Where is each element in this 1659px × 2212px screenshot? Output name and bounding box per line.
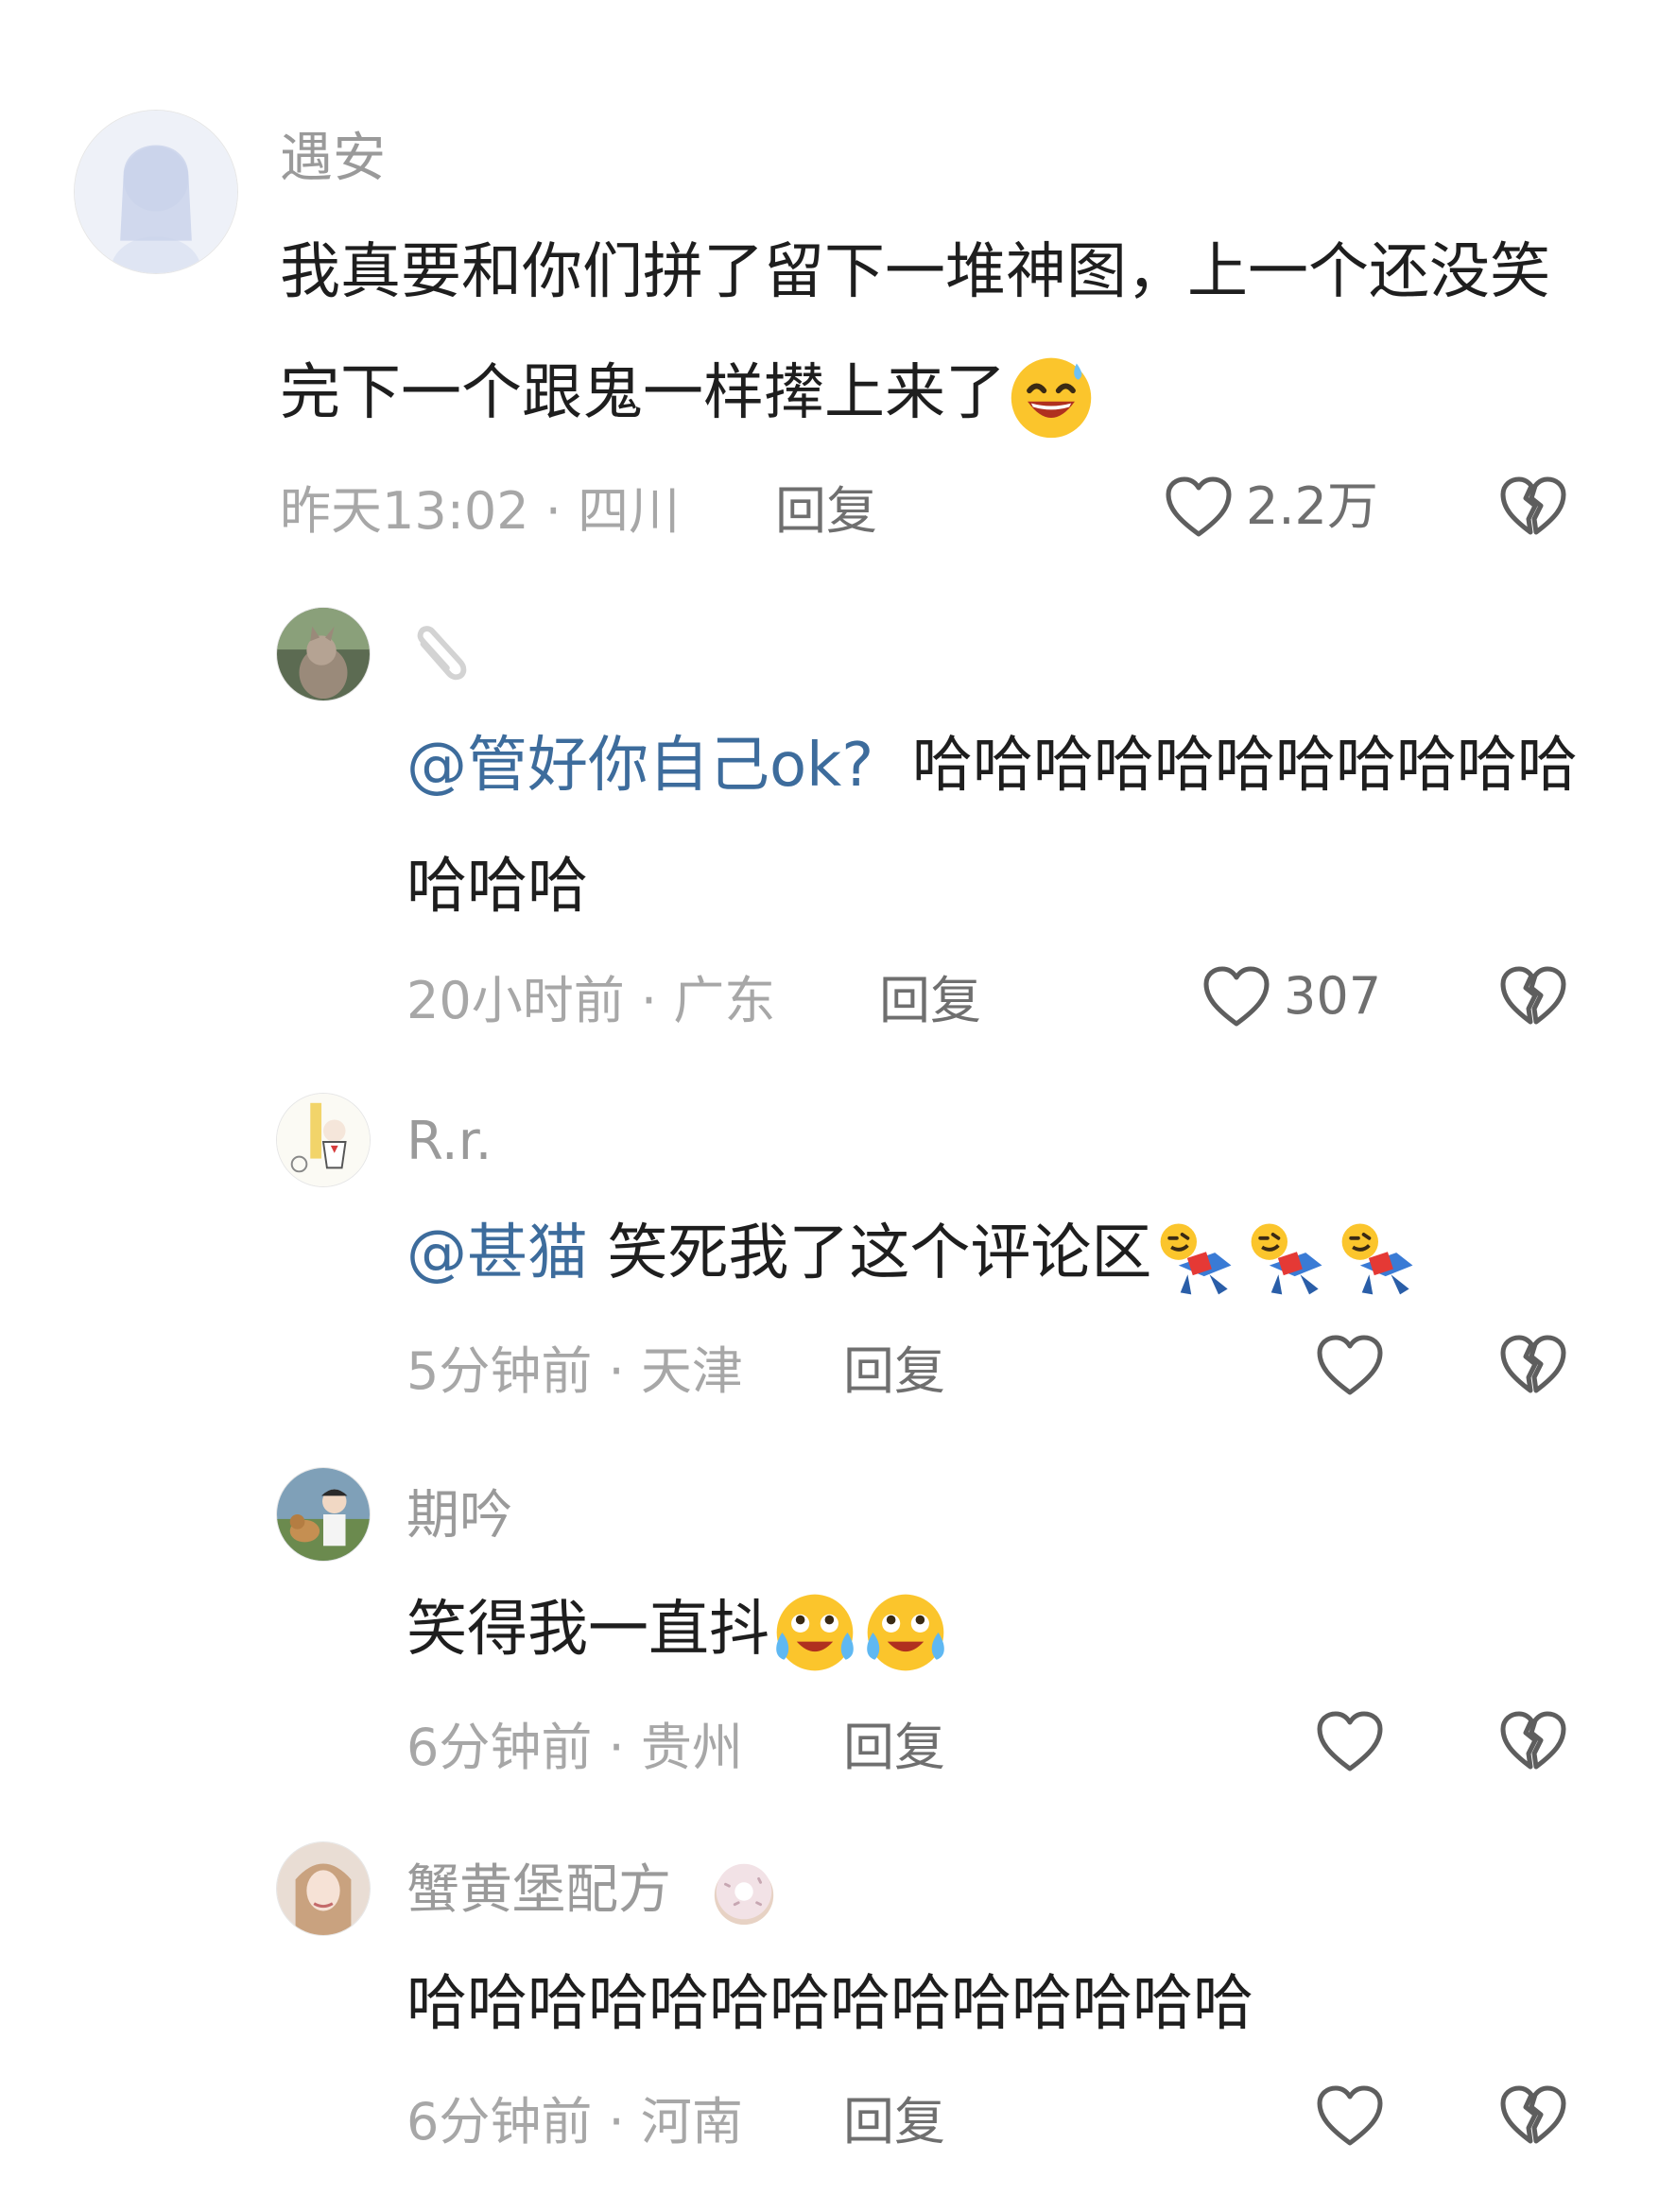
- grinning-sweat-emoji: [1011, 358, 1092, 439]
- reply-button[interactable]: 回复: [843, 1722, 945, 1773]
- rolling-laughing-emoji: [1341, 1223, 1413, 1295]
- crying-laughing-emoji: [867, 1595, 944, 1671]
- broken-heart-icon[interactable]: [1499, 965, 1567, 1028]
- broken-heart-icon[interactable]: [1499, 1334, 1567, 1396]
- reply-button[interactable]: 回复: [843, 2097, 945, 2148]
- username[interactable]: 遇安: [280, 132, 386, 185]
- comment-text: 笑得我一直抖: [406, 1569, 1579, 1690]
- comment-text: 我真要和你们拼了留下一堆神图，上一个还没笑完下一个跟鬼一样撵上来了: [280, 212, 1565, 454]
- like-button[interactable]: 2.2万: [1165, 475, 1378, 538]
- like-count: 2.2万: [1246, 476, 1378, 536]
- reply-button[interactable]: 回复: [775, 486, 877, 537]
- mention-link[interactable]: @甚猫: [406, 1218, 588, 1288]
- rolling-laughing-emoji: [1160, 1223, 1232, 1295]
- like-button[interactable]: [1316, 1710, 1397, 1772]
- comment-text: @甚猫 笑死我了这个评论区: [406, 1193, 1579, 1314]
- crying-laughing-emoji: [776, 1595, 854, 1671]
- comment-text: 哈哈哈哈哈哈哈哈哈哈哈哈哈哈: [406, 1969, 1253, 2039]
- broken-heart-icon[interactable]: [1499, 475, 1567, 538]
- mention-link[interactable]: @管好你自己ok?: [406, 731, 873, 801]
- avatar[interactable]: [276, 1093, 371, 1187]
- timestamp-location: 昨天13:02 · 四川: [280, 481, 681, 541]
- timestamp-location: 6分钟前 · 河南: [406, 2092, 743, 2152]
- heart-icon: [1316, 1334, 1384, 1396]
- heart-icon: [1316, 1710, 1384, 1772]
- username[interactable]: 期吟: [406, 1490, 512, 1543]
- donut-icon: [714, 1863, 774, 1926]
- reply-button[interactable]: 回复: [843, 1346, 945, 1397]
- rolling-laughing-emoji: [1251, 1223, 1322, 1295]
- timestamp-location: 6分钟前 · 贵州: [406, 1718, 743, 1777]
- heart-icon: [1202, 965, 1270, 1028]
- comment-text: @管好你自己ok? 哈哈哈哈哈哈哈哈哈哈哈哈哈哈: [406, 731, 1578, 922]
- broken-heart-icon[interactable]: [1499, 1710, 1567, 1772]
- timestamp-location: 20小时前 · 广东: [406, 971, 776, 1030]
- timestamp-location: 5分钟前 · 天津: [406, 1341, 743, 1401]
- username[interactable]: 蟹黄堡配方: [406, 1864, 671, 1917]
- avatar[interactable]: [276, 1467, 371, 1562]
- broken-heart-icon[interactable]: [1499, 2084, 1567, 2147]
- avatar[interactable]: [276, 607, 371, 701]
- like-button[interactable]: [1316, 2084, 1397, 2147]
- avatar[interactable]: [276, 1841, 371, 1936]
- heart-icon: [1316, 2084, 1384, 2147]
- like-button[interactable]: 307: [1202, 965, 1381, 1028]
- paperclip-icon: [417, 626, 467, 681]
- like-count: 307: [1284, 966, 1382, 1026]
- avatar[interactable]: [74, 110, 238, 274]
- username[interactable]: R.r.: [406, 1115, 492, 1168]
- like-button[interactable]: [1316, 1334, 1397, 1396]
- reply-button[interactable]: 回复: [879, 976, 981, 1027]
- heart-icon: [1165, 475, 1233, 538]
